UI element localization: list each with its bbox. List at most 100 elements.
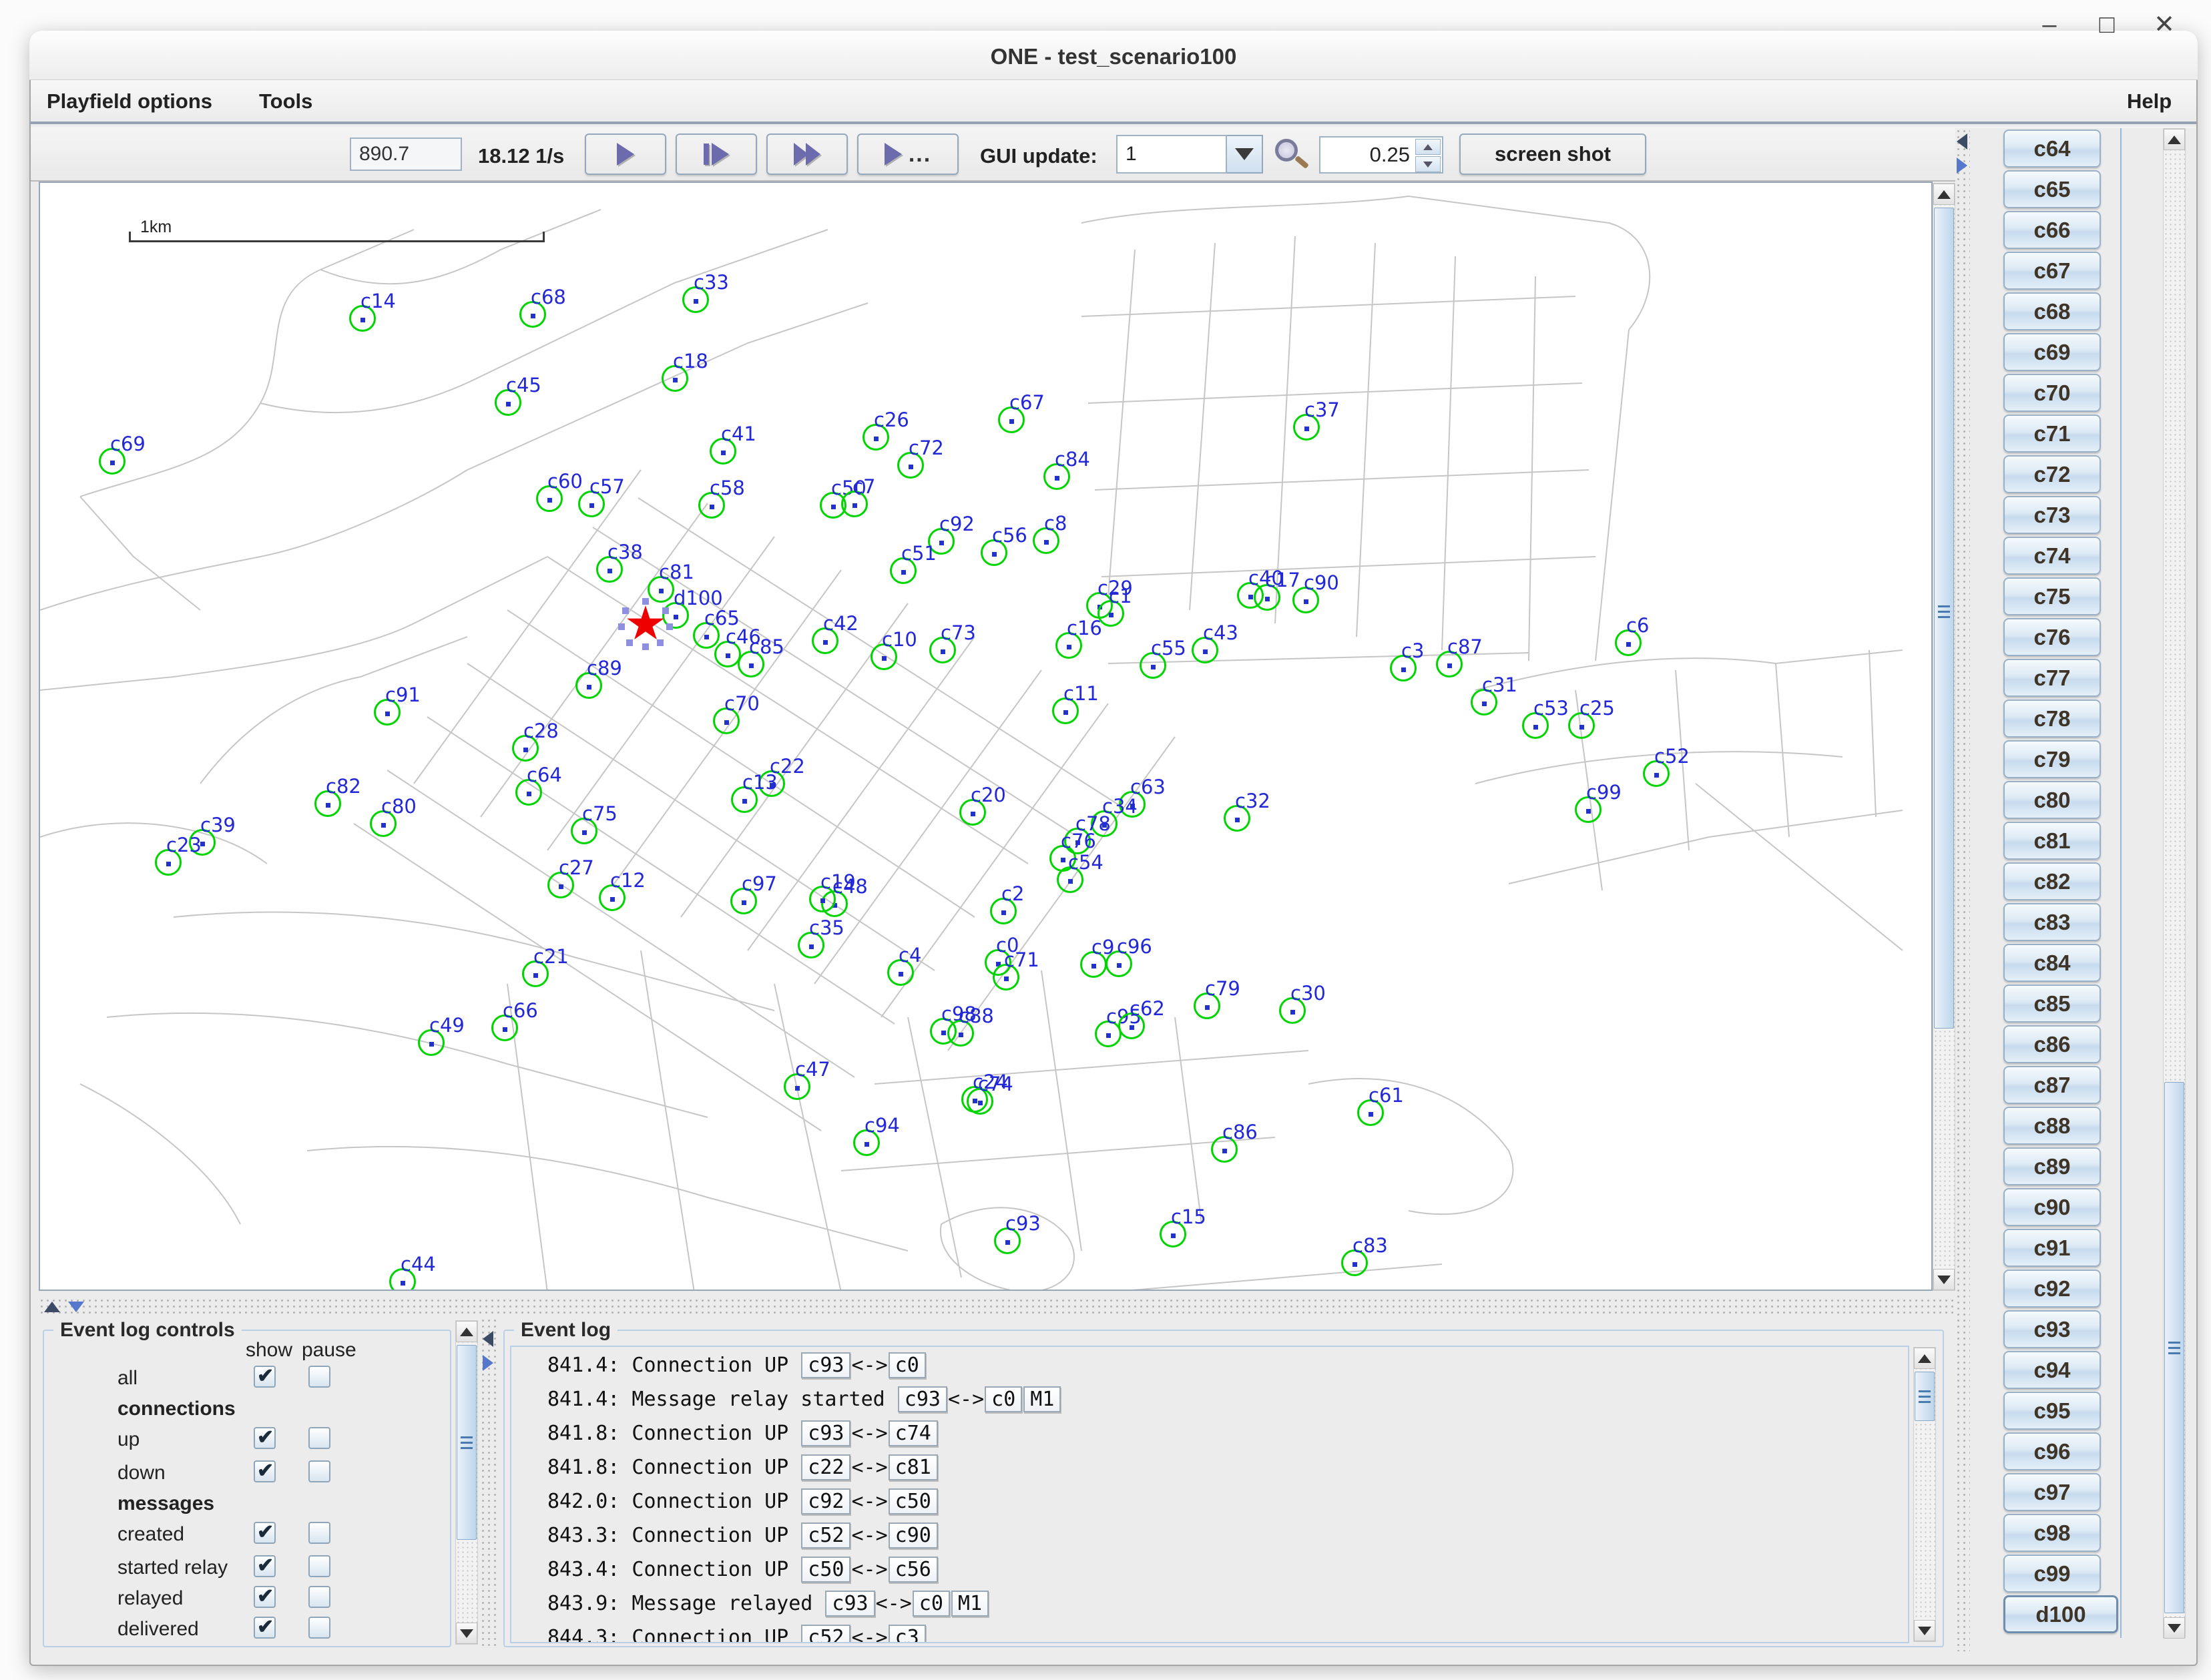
expand-right-icon[interactable]: [483, 1355, 493, 1371]
sidebar-node-button-c75[interactable]: c75: [2003, 577, 2101, 615]
sidebar-node-button-c98[interactable]: c98: [2003, 1514, 2101, 1552]
pause-checkbox-created[interactable]: [308, 1522, 330, 1544]
map-node-c69[interactable]: c69: [99, 448, 126, 475]
expand-right-icon[interactable]: [1957, 158, 1967, 174]
map-node-c88[interactable]: c88: [947, 1020, 974, 1047]
close-button[interactable]: ✕: [2144, 9, 2184, 40]
sidebar-node-button-c80[interactable]: c80: [2003, 781, 2101, 819]
map-node-c13[interactable]: c13: [731, 786, 758, 813]
node-chip-c52[interactable]: c52: [801, 1522, 850, 1549]
map-node-c71[interactable]: c71: [993, 964, 1019, 991]
menu-help[interactable]: Help: [2127, 89, 2172, 113]
node-chip-c22[interactable]: c22: [801, 1454, 850, 1480]
map-node-c60[interactable]: c60: [536, 485, 563, 512]
map-node-c19[interactable]: c19: [809, 886, 836, 912]
node-chip-c90[interactable]: c90: [889, 1522, 938, 1549]
controls-scrollbar[interactable]: [455, 1320, 478, 1645]
map-node-c6[interactable]: c6: [1615, 629, 1642, 656]
sidebar-node-button-c86[interactable]: c86: [2003, 1025, 2101, 1063]
sidebar-node-button-d100[interactable]: d100: [2003, 1595, 2118, 1633]
map-node-c95[interactable]: c95: [1095, 1021, 1122, 1047]
map-node-c4[interactable]: c4: [887, 959, 914, 986]
sidebar-node-button-c96[interactable]: c96: [2003, 1432, 2101, 1470]
map-node-c61[interactable]: c61: [1357, 1099, 1384, 1126]
map-node-c8[interactable]: c8: [1033, 527, 1059, 554]
map-node-c54[interactable]: c54: [1057, 866, 1083, 893]
node-chip-c50[interactable]: c50: [801, 1557, 850, 1583]
sidebar-node-button-c99[interactable]: c99: [2003, 1555, 2101, 1593]
map-node-c72[interactable]: c72: [897, 452, 924, 479]
map-node-c89[interactable]: c89: [575, 672, 602, 699]
sidebar-node-button-c64[interactable]: c64: [2003, 129, 2101, 168]
sidebar-node-button-c73[interactable]: c73: [2003, 496, 2101, 534]
map-node-c37[interactable]: c37: [1293, 414, 1320, 441]
sidebar-node-button-c84[interactable]: c84: [2003, 944, 2101, 982]
map-node-c82[interactable]: c82: [314, 790, 341, 817]
sidebar-node-button-c89[interactable]: c89: [2003, 1147, 2101, 1185]
map-node-c42[interactable]: c42: [812, 627, 838, 654]
node-chip-c93[interactable]: c93: [825, 1591, 875, 1617]
map-node-c52[interactable]: c52: [1643, 760, 1670, 787]
map-node-c15[interactable]: c15: [1160, 1221, 1186, 1247]
sidebar-node-button-c82[interactable]: c82: [2003, 862, 2101, 900]
map-node-c45[interactable]: c45: [495, 389, 521, 416]
sidebar-node-button-c65[interactable]: c65: [2003, 170, 2101, 208]
pause-checkbox-up[interactable]: [308, 1427, 330, 1449]
node-chip-c93[interactable]: c93: [801, 1352, 850, 1378]
sidebar-node-button-c77[interactable]: c77: [2003, 659, 2101, 697]
sidebar-node-button-c76[interactable]: c76: [2003, 618, 2101, 656]
map-node-c84[interactable]: c84: [1043, 463, 1070, 490]
horizontal-split-divider[interactable]: [39, 1298, 1955, 1318]
scroll-down-button[interactable]: [2164, 1617, 2185, 1639]
map-node-c23[interactable]: c23: [155, 849, 182, 876]
sidebar-node-button-c68[interactable]: c68: [2003, 292, 2101, 330]
map-node-c96[interactable]: c96: [1106, 950, 1132, 977]
map-node-c11[interactable]: c11: [1052, 697, 1079, 724]
spinner-up-button[interactable]: [1415, 139, 1441, 155]
sidebar-node-button-c83[interactable]: c83: [2003, 903, 2101, 941]
map-node-c46[interactable]: c46: [714, 641, 741, 667]
node-chip-c0[interactable]: c0: [889, 1352, 926, 1378]
map-node-c83[interactable]: c83: [1341, 1249, 1368, 1276]
collapse-left-icon[interactable]: [1957, 133, 1967, 150]
map-vertical-scrollbar[interactable]: [1933, 183, 1955, 1291]
sidebar-node-button-c90[interactable]: c90: [2003, 1188, 2101, 1226]
map-node-c80[interactable]: c80: [370, 810, 397, 837]
sidebar-node-button-c94[interactable]: c94: [2003, 1351, 2101, 1389]
sidebar-node-button-c85[interactable]: c85: [2003, 985, 2101, 1023]
play-until-button[interactable]: ...: [857, 133, 959, 175]
spinner-down-button[interactable]: [1415, 156, 1441, 172]
map-scroll-thumb[interactable]: [1934, 208, 1954, 1029]
sidebar-node-button-c78[interactable]: c78: [2003, 699, 2101, 738]
node-chip-M1[interactable]: M1: [1023, 1386, 1061, 1412]
map-node-c64[interactable]: c64: [515, 779, 542, 806]
node-chip-c93[interactable]: c93: [801, 1420, 850, 1446]
fast-forward-button[interactable]: [766, 133, 848, 175]
node-chip-c0[interactable]: c0: [985, 1386, 1022, 1412]
show-checkbox-all[interactable]: [254, 1366, 276, 1388]
collapse-up-icon[interactable]: [44, 1302, 60, 1312]
sidebar-scrollbar[interactable]: [2163, 128, 2186, 1638]
map-node-c26[interactable]: c26: [863, 424, 889, 451]
sidebar-node-button-c70[interactable]: c70: [2003, 374, 2101, 412]
sidebar-node-button-c97[interactable]: c97: [2003, 1473, 2101, 1511]
minimize-button[interactable]: –: [2029, 9, 2069, 40]
map-node-c97[interactable]: c97: [730, 888, 757, 914]
sim-time-field[interactable]: 890.7: [350, 137, 462, 171]
menu-tools[interactable]: Tools: [259, 89, 312, 113]
log-scroll-thumb[interactable]: [1915, 1372, 1935, 1421]
map-node-c17[interactable]: c17: [1254, 584, 1280, 611]
map-node-c94[interactable]: c94: [853, 1129, 880, 1156]
node-chip-c56[interactable]: c56: [889, 1557, 938, 1583]
map-node-c67[interactable]: c67: [998, 406, 1025, 433]
sidebar-node-button-c69[interactable]: c69: [2003, 333, 2101, 371]
map-node-c57[interactable]: c57: [578, 491, 605, 517]
map-node-c33[interactable]: c33: [682, 286, 709, 313]
map-node-c20[interactable]: c20: [959, 799, 986, 826]
map-node-c7[interactable]: c7: [841, 491, 868, 517]
map-node-c85[interactable]: c85: [738, 651, 764, 677]
sidebar-node-button-c72[interactable]: c72: [2003, 455, 2101, 493]
map-node-c38[interactable]: c38: [596, 556, 623, 583]
sidebar-node-button-c92[interactable]: c92: [2003, 1270, 2101, 1308]
map-node-c47[interactable]: c47: [784, 1073, 810, 1100]
